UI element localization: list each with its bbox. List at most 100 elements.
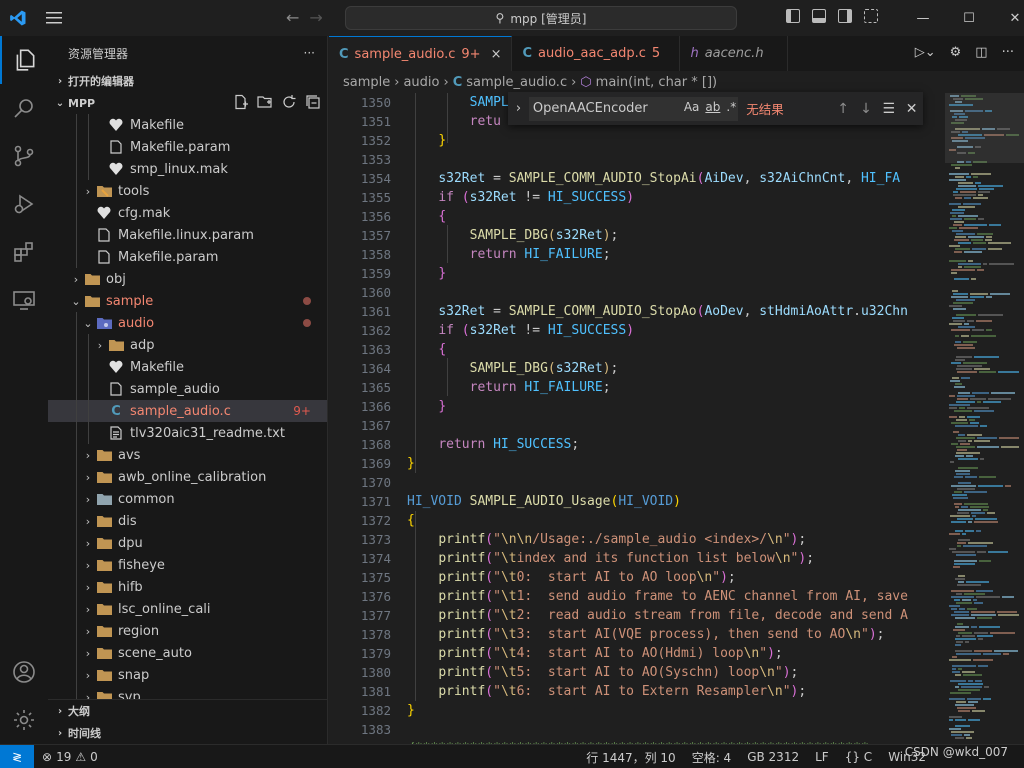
common-folder-icon bbox=[96, 491, 112, 507]
tab-audio-aac-adp-c[interactable]: C audio_aac_adp.c 5 bbox=[512, 36, 681, 71]
match-case-toggle[interactable]: Aa bbox=[684, 100, 700, 114]
tree-file[interactable]: sample_audio bbox=[48, 378, 327, 400]
find-in-selection-button[interactable]: ☰ bbox=[877, 101, 900, 117]
tree-folder[interactable]: › adp bbox=[48, 334, 327, 356]
minimap-line bbox=[968, 680, 973, 682]
settings-gear-icon[interactable]: ⚙ bbox=[950, 45, 962, 60]
toggle-panel-icon[interactable] bbox=[812, 9, 826, 23]
explorer-icon[interactable] bbox=[0, 36, 48, 84]
minimap-line bbox=[964, 734, 970, 736]
tree-folder[interactable]: › hifb bbox=[48, 576, 327, 598]
tab-aacenc-h[interactable]: h aacenc.h bbox=[680, 36, 789, 71]
toggle-replace-icon[interactable]: › bbox=[508, 101, 529, 116]
code-editor[interactable]: 1350 1351 1352 1353 1354 1355 1356 1357 1358 1359… bbox=[329, 93, 945, 744]
tree-folder[interactable]: › common bbox=[48, 488, 327, 510]
minimap-line bbox=[955, 638, 976, 640]
new-file-icon[interactable] bbox=[233, 94, 249, 110]
problems-indicator[interactable]: ⊗ 19 ⚠ 0 bbox=[34, 750, 98, 764]
tree-file[interactable]: cfg.mak bbox=[48, 202, 327, 224]
tree-folder[interactable]: › snap bbox=[48, 664, 327, 686]
minimap-line bbox=[989, 224, 1001, 226]
tree-file[interactable]: Makefile.linux.param bbox=[48, 224, 327, 246]
tree-folder[interactable]: › dis bbox=[48, 510, 327, 532]
minimize-icon[interactable]: — bbox=[900, 0, 946, 36]
minimap-slider[interactable] bbox=[945, 93, 1024, 163]
more-actions-icon[interactable]: ··· bbox=[1002, 45, 1014, 60]
search-view-icon[interactable] bbox=[0, 84, 48, 132]
end-of-line[interactable]: LF bbox=[815, 750, 829, 764]
previous-match-button[interactable]: ↑ bbox=[832, 101, 855, 117]
split-editor-icon[interactable]: ◫ bbox=[975, 45, 987, 60]
command-center-search[interactable]: ⚲ mpp [管理员] bbox=[345, 6, 737, 30]
tree-file[interactable]: Makefile bbox=[48, 114, 327, 136]
file-encoding[interactable]: GB 2312 bbox=[747, 750, 799, 764]
tree-folder[interactable]: › region bbox=[48, 620, 327, 642]
minimap-line bbox=[949, 227, 957, 229]
tree-folder[interactable]: › obj bbox=[48, 268, 327, 290]
breadcrumb-item-sample[interactable]: sample bbox=[343, 75, 390, 90]
tree-folder[interactable]: › avs bbox=[48, 444, 327, 466]
whole-word-toggle[interactable]: ab bbox=[705, 100, 720, 114]
close-window-icon[interactable]: ✕ bbox=[992, 0, 1024, 36]
tree-folder[interactable]: ⌄ audio bbox=[48, 312, 327, 334]
breadcrumb-separator: › bbox=[394, 74, 400, 90]
extensions-icon[interactable] bbox=[0, 228, 48, 276]
tab-sample-audio-c[interactable]: C sample_audio.c 9+ × bbox=[329, 36, 513, 71]
remote-icon[interactable]: ≷ bbox=[0, 744, 34, 768]
remote-explorer-icon[interactable] bbox=[0, 276, 48, 324]
menu-icon[interactable] bbox=[36, 0, 72, 36]
source-control-icon[interactable] bbox=[0, 132, 48, 180]
tree-file[interactable]: Csample_audio.c 9+ bbox=[48, 400, 327, 422]
minimap-line bbox=[951, 590, 974, 592]
maximize-icon[interactable]: ☐ bbox=[946, 0, 992, 36]
tree-file[interactable]: smp_linux.mak bbox=[48, 158, 327, 180]
refresh-icon[interactable] bbox=[281, 94, 297, 110]
close-find-button[interactable]: ✕ bbox=[900, 101, 923, 117]
chevron-down-icon: ⌄ bbox=[83, 316, 93, 330]
regex-toggle[interactable]: .* bbox=[726, 100, 736, 114]
project-section[interactable]: ⌄ MPP bbox=[48, 92, 327, 114]
cursor-position[interactable]: 行 1447，列 10 bbox=[586, 749, 675, 766]
close-tab-icon[interactable]: × bbox=[491, 47, 502, 62]
customize-layout-icon[interactable] bbox=[864, 9, 878, 23]
open-editors-section[interactable]: › 打开的编辑器 bbox=[48, 70, 327, 92]
new-folder-icon[interactable] bbox=[257, 94, 273, 110]
minimap-line bbox=[957, 623, 963, 625]
toggle-sidebar-icon[interactable] bbox=[786, 9, 800, 23]
find-input[interactable]: OpenAACEncoder Aa ab .* bbox=[528, 96, 739, 121]
collapse-all-icon[interactable] bbox=[305, 94, 321, 110]
tree-file[interactable]: tlv320aic31_readme.txt bbox=[48, 422, 327, 444]
next-match-button[interactable]: ↓ bbox=[855, 101, 878, 117]
timeline-section[interactable]: › 时间线 bbox=[48, 722, 327, 744]
tree-folder[interactable]: › scene_auto bbox=[48, 642, 327, 664]
account-icon[interactable] bbox=[0, 648, 48, 696]
tree-folder[interactable]: › fisheye bbox=[48, 554, 327, 576]
more-actions-button[interactable]: ··· bbox=[304, 46, 315, 60]
breadcrumb-item-file[interactable]: sample_audio.c bbox=[466, 75, 567, 90]
breadcrumb-item-audio[interactable]: audio bbox=[403, 75, 439, 90]
minimap-line bbox=[957, 365, 982, 367]
settings-gear-icon[interactable] bbox=[0, 696, 48, 744]
outline-section[interactable]: › 大纲 bbox=[48, 700, 327, 722]
minimap-line bbox=[968, 236, 984, 238]
minimap-line bbox=[949, 548, 956, 550]
minimap-line bbox=[958, 206, 975, 208]
run-debug-icon[interactable] bbox=[0, 180, 48, 228]
tree-file[interactable]: Makefile.param bbox=[48, 136, 327, 158]
run-debug-split-icon[interactable]: ▷⌄ bbox=[915, 45, 936, 60]
tree-folder[interactable]: › awb_online_calibration bbox=[48, 466, 327, 488]
tree-file[interactable]: Makefile bbox=[48, 356, 327, 378]
indentation[interactable]: 空格: 4 bbox=[692, 749, 732, 766]
toggle-secondary-sidebar-icon[interactable] bbox=[838, 9, 852, 23]
tree-folder[interactable]: › lsc_online_cali bbox=[48, 598, 327, 620]
tree-folder[interactable]: ⌄ sample bbox=[48, 290, 327, 312]
language-mode[interactable]: {} C bbox=[845, 750, 873, 764]
tree-folder[interactable]: › tools bbox=[48, 180, 327, 202]
forward-arrow-icon[interactable]: → bbox=[309, 8, 322, 27]
minimap[interactable] bbox=[945, 93, 1024, 744]
back-arrow-icon[interactable]: ← bbox=[286, 8, 299, 27]
breadcrumb-item-function[interactable]: main(int, char * []) bbox=[596, 75, 717, 90]
minimap-line bbox=[958, 458, 978, 460]
tree-file[interactable]: Makefile.param bbox=[48, 246, 327, 268]
tree-folder[interactable]: › dpu bbox=[48, 532, 327, 554]
